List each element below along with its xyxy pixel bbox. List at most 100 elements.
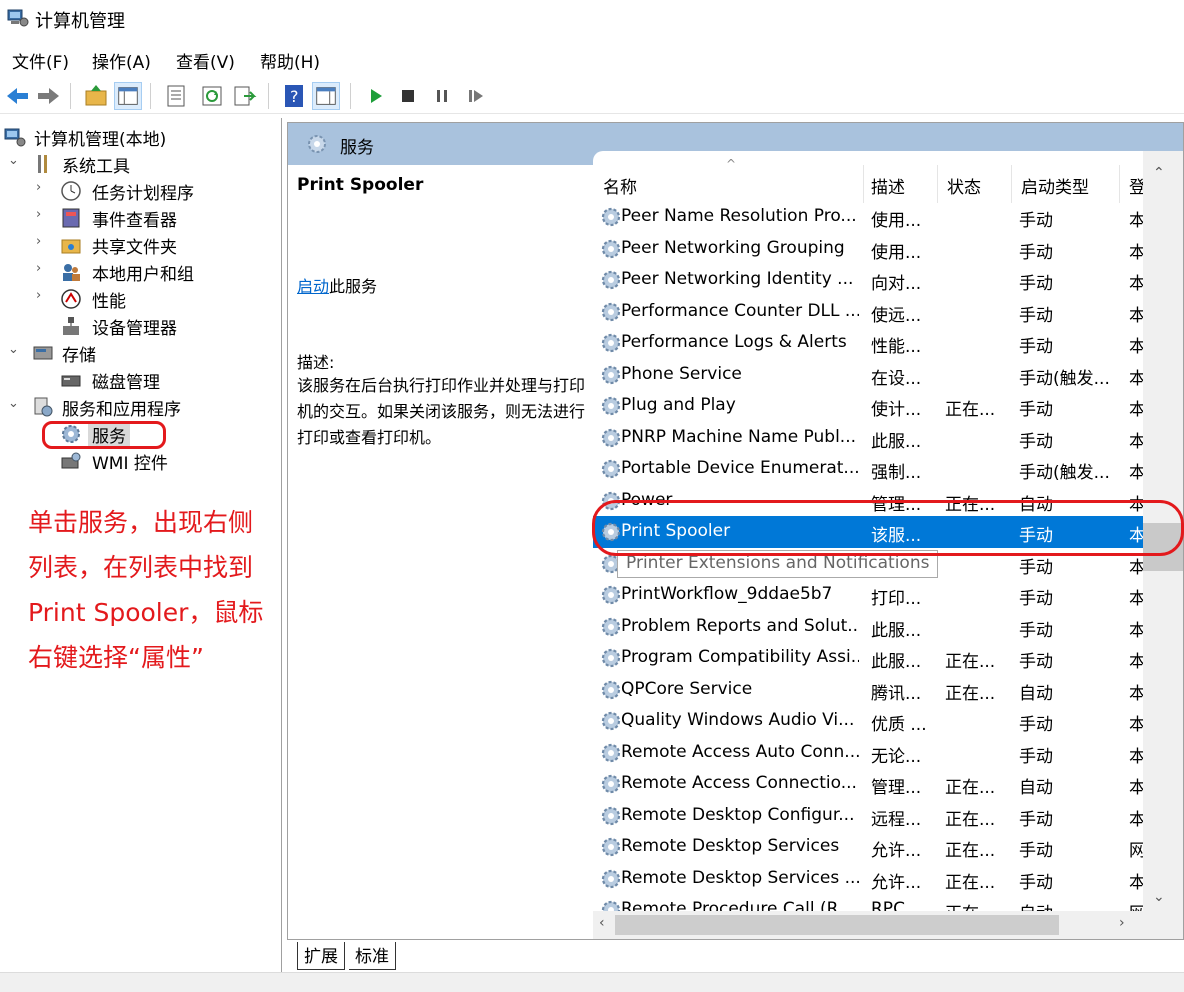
service-row[interactable]: Remote Desktop Services 允许... 正在... 手动网 — [593, 831, 1145, 863]
scroll-right-icon[interactable]: › — [1119, 915, 1125, 931]
tools-icon — [38, 155, 47, 173]
start-service-link[interactable]: 启动 — [297, 277, 329, 296]
column-header-name[interactable]: ^ 名称 — [593, 151, 863, 201]
service-description: 允许... — [871, 872, 922, 893]
tab-extended[interactable]: 扩展 — [297, 942, 345, 970]
column-header-status[interactable]: 状态 — [937, 151, 1011, 201]
toolbar-separator — [150, 83, 151, 109]
service-status: 正在... — [945, 683, 996, 704]
service-row[interactable]: Quality Windows Audio Vi... 优质 ... 手动本 — [593, 705, 1145, 737]
panel-title: 服务 — [340, 138, 374, 158]
service-name: Peer Networking Grouping — [621, 237, 845, 258]
service-row[interactable]: Remote Desktop Services ... 允许... 正在... 手动本 — [593, 863, 1145, 895]
service-startup-type: 手动 — [1019, 715, 1053, 735]
service-name: Phone Service — [621, 363, 742, 384]
service-row[interactable]: Phone Service 在设... 手动(触发... 本 — [593, 359, 1145, 391]
back-icon[interactable] — [4, 82, 32, 110]
service-row[interactable]: Performance Logs & Alerts 性能... 手动本 — [593, 327, 1145, 359]
menu-view[interactable]: 查看(V) — [176, 48, 235, 73]
chevron-down-icon[interactable]: ⌄ — [8, 153, 22, 168]
column-header-desc[interactable]: 描述 — [863, 151, 937, 201]
service-name: Peer Name Resolution Pro... — [621, 206, 857, 226]
service-startup-type: 手动 — [1019, 841, 1053, 861]
properties-icon[interactable] — [162, 82, 190, 110]
service-description: 腾讯... — [871, 683, 922, 704]
refresh-icon[interactable] — [198, 82, 226, 110]
chevron-right-icon[interactable]: › — [36, 234, 50, 249]
export-list-icon[interactable] — [230, 82, 258, 110]
device-manager-icon — [63, 317, 79, 335]
forward-icon[interactable] — [34, 82, 62, 110]
service-row[interactable]: Remote Access Auto Conn... 无论... 手动本 — [593, 737, 1145, 769]
column-header-startup-type[interactable]: 启动类型 — [1011, 151, 1119, 201]
column-header-logon[interactable]: 登 — [1119, 151, 1146, 201]
stop-icon[interactable] — [394, 82, 422, 110]
service-status: 正在... — [945, 652, 996, 672]
service-name: Remote Access Connectio... — [621, 773, 857, 793]
chevron-right-icon[interactable]: › — [36, 288, 50, 303]
service-row[interactable]: Portable Device Enumerat... 强制... 手动(触发...… — [593, 453, 1145, 485]
service-description: 此服... — [871, 652, 922, 672]
service-name: Remote Desktop Services ... — [621, 867, 859, 888]
show-tree-icon[interactable] — [114, 82, 142, 110]
tab-standard[interactable]: 标准 — [349, 942, 396, 970]
menu-action[interactable]: 操作(A) — [92, 48, 151, 73]
computer-management-icon — [7, 9, 29, 27]
service-startup-type: 手动(触发... — [1019, 368, 1110, 389]
horizontal-scrollbar[interactable]: ‹ › — [593, 911, 1183, 939]
service-row[interactable]: PNRP Machine Name Publ... 此服... 手动本 — [593, 422, 1145, 454]
service-row[interactable]: Plug and Play 使计... 正在... 手动本 — [593, 390, 1145, 422]
service-description: 使远... — [871, 305, 922, 326]
help-icon[interactable]: ? — [280, 82, 308, 110]
service-description: 在设... — [871, 368, 922, 389]
service-status: 正在... — [945, 872, 996, 893]
gear-icon — [600, 836, 622, 858]
service-row[interactable]: Peer Networking Grouping 使用... 手动本 — [593, 233, 1145, 265]
gear-icon — [600, 269, 622, 291]
service-row[interactable]: Peer Name Resolution Pro... 使用... 手动本 — [593, 201, 1145, 233]
service-startup-type: 手动 — [1019, 305, 1053, 326]
scroll-thumb[interactable] — [615, 915, 1059, 935]
chevron-right-icon[interactable]: › — [36, 207, 50, 222]
service-row[interactable]: Program Compatibility Assi... 此服... 正在... 手… — [593, 642, 1145, 674]
service-row[interactable]: Peer Networking Identity ... 向对... 手动本 — [593, 264, 1145, 296]
wmi-icon — [61, 452, 81, 469]
service-startup-type: 手动 — [1019, 431, 1053, 452]
service-row[interactable]: Problem Reports and Solut... 此服... 手动本 — [593, 611, 1145, 643]
description-pane: Print Spooler 启动此服务 描述: 该服务在后台执行打印作业并处理与… — [288, 165, 593, 939]
play-icon[interactable] — [362, 82, 390, 110]
action-pane-icon[interactable] — [312, 82, 340, 110]
chevron-down-icon[interactable]: ⌄ — [8, 396, 22, 411]
menu-file[interactable]: 文件(F) — [12, 48, 69, 73]
service-name: Remote Desktop Services — [621, 836, 840, 856]
chevron-right-icon[interactable]: › — [36, 180, 50, 195]
gear-icon — [600, 238, 622, 260]
service-startup-type: 手动 — [1019, 652, 1053, 672]
service-row[interactable]: QPCore Service 腾讯... 正在... 自动本 — [593, 674, 1145, 706]
service-row[interactable]: Performance Counter DLL ... 使远... 手动本 — [593, 296, 1145, 328]
service-name: QPCore Service — [621, 678, 753, 699]
chevron-down-icon[interactable]: ⌄ — [8, 342, 22, 357]
scroll-left-icon[interactable]: ‹ — [599, 915, 605, 931]
gear-icon — [600, 584, 622, 606]
service-startup-type: 自动 — [1019, 683, 1053, 704]
toolbar: ? — [0, 78, 1184, 114]
services-apps-icon — [34, 397, 53, 417]
service-startup-type: 手动 — [1019, 337, 1053, 357]
scroll-up-icon[interactable]: ⌃ — [1153, 165, 1165, 181]
service-description: 允许... — [871, 841, 922, 861]
service-name: Peer Networking Identity ... — [621, 269, 854, 289]
pause-icon[interactable] — [428, 82, 456, 110]
scroll-down-icon[interactable]: ⌄ — [1153, 889, 1165, 905]
service-row[interactable]: Remote Access Connectio... 管理... 正在... 自动本 — [593, 768, 1145, 800]
chevron-right-icon[interactable]: › — [36, 261, 50, 276]
menu-help[interactable]: 帮助(H) — [260, 48, 320, 73]
resume-icon[interactable] — [462, 82, 490, 110]
service-row[interactable]: PrintWorkflow_9ddae5b7 打印... 手动本 — [593, 579, 1145, 611]
up-folder-icon[interactable] — [82, 82, 110, 110]
service-name: Performance Logs & Alerts — [621, 332, 847, 352]
service-row[interactable]: Remote Desktop Configur... 远程... 正在... 手动本 — [593, 800, 1145, 832]
gear-icon — [308, 135, 326, 153]
view-tabs: 扩展 标准 — [287, 940, 1184, 972]
gear-icon — [600, 773, 622, 795]
